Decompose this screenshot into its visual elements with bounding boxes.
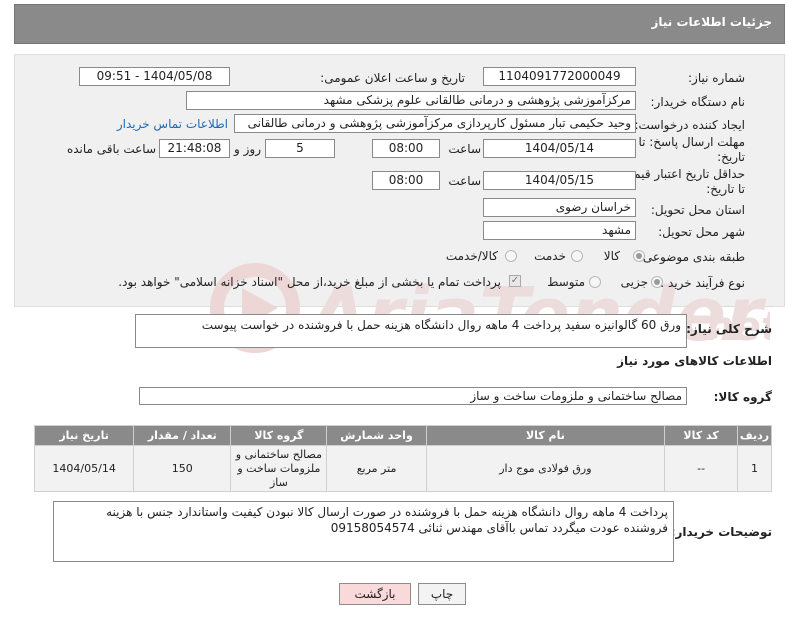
reply-deadline-time-field: 08:00 [372, 139, 440, 158]
requester-field: وحید حکیمی تبار مسئول کارپردازی مرکزآموز… [234, 114, 636, 133]
table-row: 1 -- ورق فولادی موج دار متر مربع مصالح س… [33, 445, 772, 492]
buyer-org-label: نام دستگاه خریدار: [650, 95, 746, 109]
back-button[interactable]: بازگشت [339, 583, 411, 605]
process-option-minor: جزیی [620, 275, 648, 289]
category-label: طبقه بندی موضوعی: [638, 250, 745, 264]
buyer-org-field: مرکزآموزشی پژوهشی و درمانی طالقانی علوم … [186, 91, 636, 110]
price-validity-label-date: تا تاریخ: [706, 182, 745, 196]
col-date: تاریخ نیاز [33, 425, 135, 446]
col-qty: تعداد / مقدار [133, 425, 232, 446]
price-validity-time-field: 08:00 [372, 171, 440, 190]
process-radio-minor[interactable] [651, 276, 663, 288]
goods-section-title: اطلاعات کالاهای مورد نیاز [617, 354, 772, 368]
page: جزئیات اطلاعات نیاز AriaTender .net شمار… [0, 0, 788, 619]
remaining-days-field: 5 [265, 139, 335, 158]
purchase-process-label: نوع فرآیند خرید : [660, 276, 745, 290]
category-radio-service[interactable] [571, 250, 583, 262]
reply-deadline-time-label: ساعت [448, 142, 481, 156]
cell-name: ورق فولادی موج دار [425, 445, 666, 492]
summary-textarea: ورق 60 گالوانیزه سفید پرداخت 4 ماهه روال… [135, 314, 687, 348]
reply-deadline-date-field: 1404/05/14 [483, 139, 636, 158]
announce-datetime-field: 1404/05/08 - 09:51 [79, 67, 230, 86]
page-header: جزئیات اطلاعات نیاز [14, 4, 785, 44]
requester-label: ایجاد کننده درخواست: [634, 118, 745, 132]
remaining-time-label: ساعت باقی مانده [66, 142, 156, 156]
remaining-time-field: 21:48:08 [159, 139, 230, 158]
category-radio-goods-service[interactable] [505, 250, 517, 262]
announce-datetime-label: تاریخ و ساعت اعلان عمومی: [320, 71, 465, 85]
process-option-medium: متوسط [547, 275, 585, 289]
days-label: روز و [234, 142, 261, 156]
delivery-city-field: مشهد [483, 221, 636, 240]
cell-qty: 150 [133, 445, 232, 492]
delivery-province-field: خراسان رضوی [483, 198, 636, 217]
page-title: جزئیات اطلاعات نیاز [651, 15, 772, 29]
buyer-notes-textarea: پرداخت 4 ماهه روال دانشگاه هزینه حمل با … [53, 501, 674, 562]
price-validity-date-field: 1404/05/15 [483, 171, 636, 190]
col-name: نام کالا [425, 425, 666, 446]
category-radio-goods[interactable] [633, 250, 645, 262]
col-unit: واحد شمارش [326, 425, 427, 446]
price-validity-label: حداقل تاریخ اعتبار قیمت: [618, 167, 745, 181]
need-number-field: 1104091772000049 [483, 67, 636, 86]
summary-label: شرح کلی نیاز: [686, 322, 772, 336]
cell-unit: متر مربع [326, 445, 427, 492]
col-group: گروه کالا [230, 425, 328, 446]
cell-row: 1 [737, 445, 772, 492]
goods-table-header: ردیف کد کالا نام کالا واحد شمارش گروه کا… [33, 425, 772, 446]
category-option-goods: کالا [603, 249, 620, 263]
goods-group-label: گروه کالا: [713, 390, 772, 404]
treasury-payment-checkbox[interactable]: ✓ [509, 275, 521, 287]
delivery-city-label: شهر محل تحویل: [658, 225, 745, 239]
treasury-payment-note: پرداخت تمام یا بخشی از مبلغ خرید،از محل … [118, 275, 501, 289]
cell-date: 1404/05/14 [33, 445, 135, 492]
cell-code: -- [664, 445, 738, 492]
print-button[interactable]: چاپ [418, 583, 466, 605]
col-row: ردیف [737, 425, 772, 446]
col-code: کد کالا [664, 425, 738, 446]
buyer-contact-link[interactable]: اطلاعات تماس خریدار [117, 117, 228, 131]
category-option-goods-service: کالا/خدمت [445, 249, 498, 263]
need-number-label: شماره نیاز: [688, 71, 745, 85]
price-validity-time-label: ساعت [448, 174, 481, 188]
reply-deadline-label: مهلت ارسال پاسخ: تا [638, 135, 745, 149]
category-option-service: خدمت [534, 249, 566, 263]
process-radio-medium[interactable] [589, 276, 601, 288]
delivery-province-label: استان محل تحویل: [650, 203, 745, 217]
reply-deadline-label-date: تاریخ: [717, 150, 745, 164]
goods-table: ردیف کد کالا نام کالا واحد شمارش گروه کا… [33, 425, 772, 492]
cell-group: مصالح ساختمانی و ملزومات ساخت و ساز [230, 445, 328, 492]
goods-group-field: مصالح ساختمانی و ملزومات ساخت و ساز [139, 387, 687, 405]
buyer-notes-label: توضیحات خریدار: [670, 525, 772, 539]
